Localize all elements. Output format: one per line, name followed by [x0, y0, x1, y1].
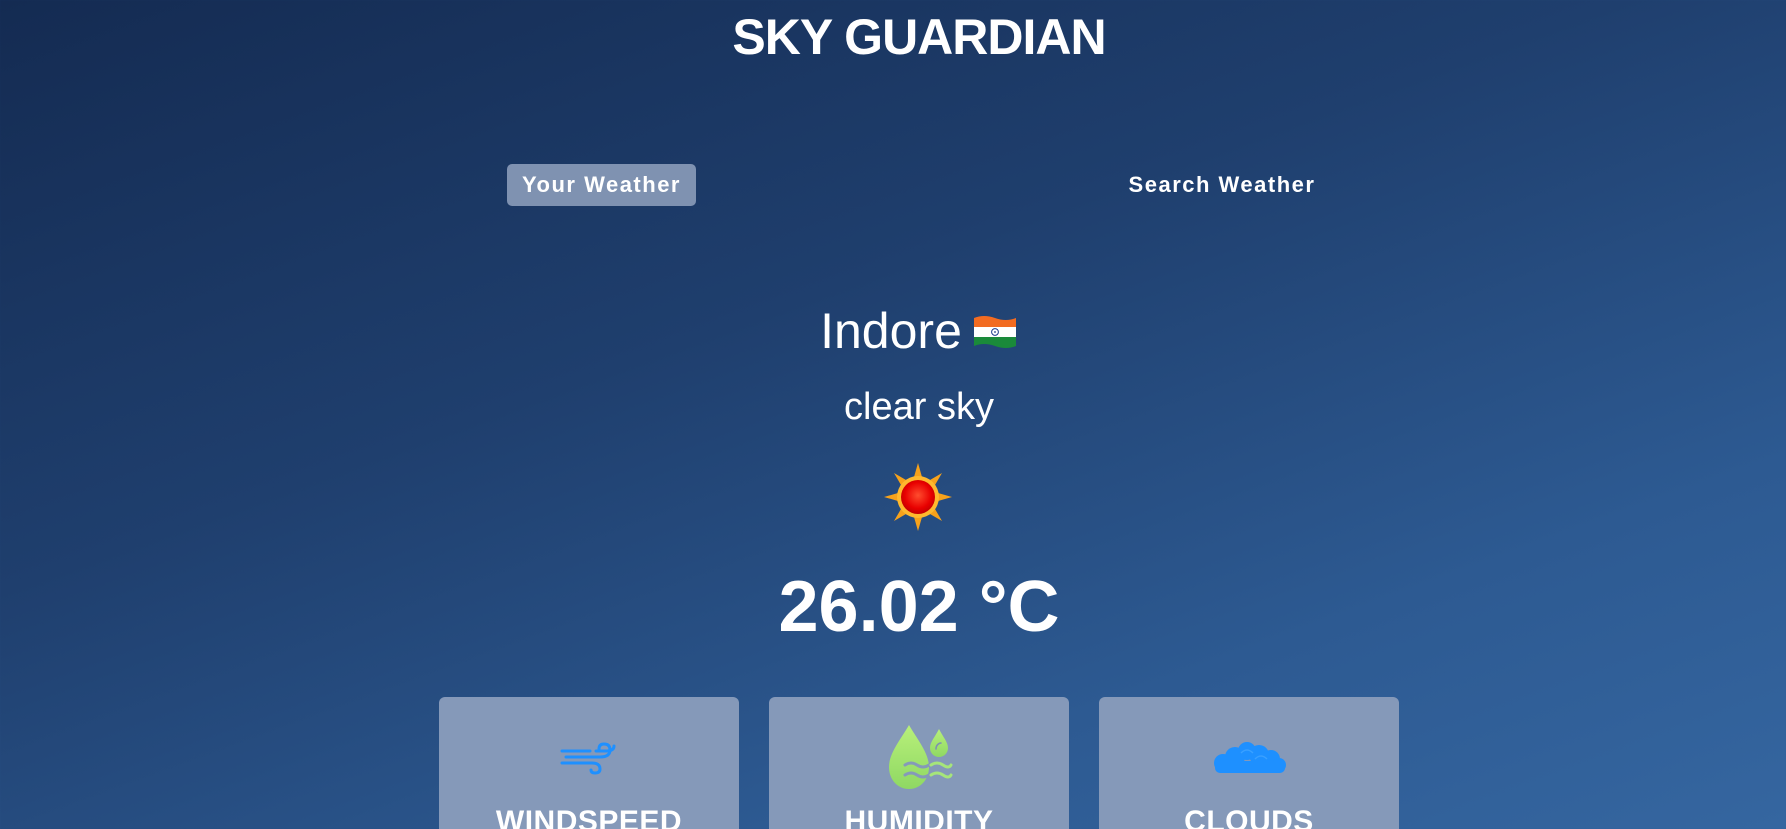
windspeed-label: WINDSPEED [495, 805, 683, 829]
tab-your-weather[interactable]: Your Weather [507, 164, 696, 206]
weather-description: clear sky [844, 386, 994, 428]
humidity-icon [889, 725, 953, 789]
india-flag-icon [973, 315, 1016, 348]
tab-bar: Your Weather Search Weather [0, 164, 1786, 206]
city-name: Indore [820, 303, 962, 359]
clouds-label: CLOUDS [1184, 805, 1314, 829]
cloud-icon [1214, 742, 1286, 773]
wind-icon [560, 742, 616, 775]
humidity-label: HUMIDITY [844, 805, 994, 829]
temperature-value: 26.02 °C [778, 567, 1060, 647]
windspeed-card: WINDSPEED [439, 697, 739, 829]
sun-icon [884, 463, 952, 531]
humidity-card: HUMIDITY [769, 697, 1069, 829]
city-name-row: Indore [0, 298, 1786, 364]
tab-search-weather[interactable]: Search Weather [1122, 164, 1322, 206]
app-title: SKY GUARDIAN [732, 9, 1106, 65]
clouds-card: CLOUDS [1099, 697, 1399, 829]
